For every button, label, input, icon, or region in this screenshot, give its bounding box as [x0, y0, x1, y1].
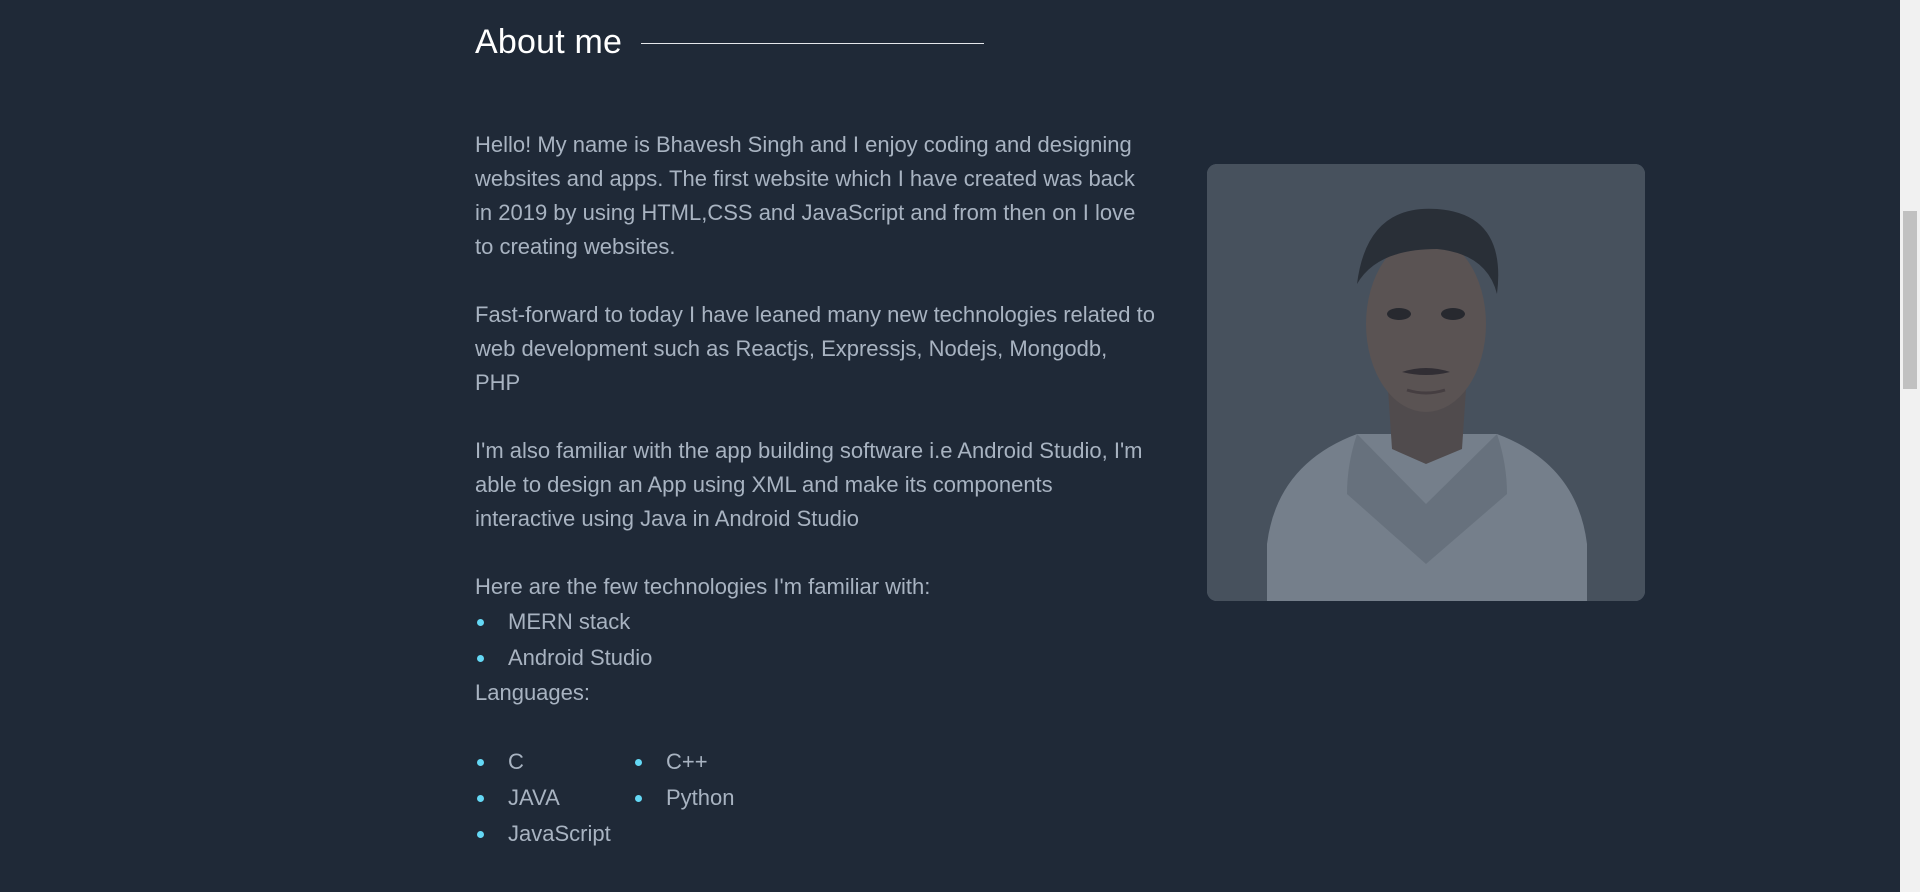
- scrollbar[interactable]: [1900, 0, 1920, 892]
- list-item: JAVA: [475, 780, 633, 816]
- about-paragraph-1: Hello! My name is Bhavesh Singh and I en…: [475, 132, 1136, 259]
- about-paragraph-2: Fast-forward to today I have leaned many…: [475, 302, 1155, 395]
- title-divider: [641, 43, 985, 44]
- photo-overlay: [1207, 164, 1645, 601]
- scrollbar-thumb[interactable]: [1903, 211, 1917, 389]
- technologies-list: MERN stack Android Studio: [475, 604, 1155, 676]
- section-header: About me: [475, 18, 985, 66]
- profile-photo[interactable]: [1207, 164, 1645, 601]
- list-item: C: [475, 744, 633, 780]
- page: About me Hello! My name is Bhavesh Singh…: [0, 0, 1900, 892]
- about-paragraph-3: I'm also familiar with the app building …: [475, 438, 1143, 531]
- list-item: C++: [633, 744, 793, 780]
- technologies-intro: Here are the few technologies I'm famili…: [475, 574, 931, 599]
- languages-list: C C++ JAVA Python JavaScript: [475, 744, 793, 852]
- languages-label: Languages:: [475, 680, 590, 705]
- list-item: JavaScript: [475, 816, 633, 852]
- list-item: Android Studio: [475, 640, 1155, 676]
- list-item: Python: [633, 780, 793, 816]
- about-text: Hello! My name is Bhavesh Singh and I en…: [475, 128, 1155, 852]
- section-title: About me: [475, 23, 623, 61]
- list-item: MERN stack: [475, 604, 1155, 640]
